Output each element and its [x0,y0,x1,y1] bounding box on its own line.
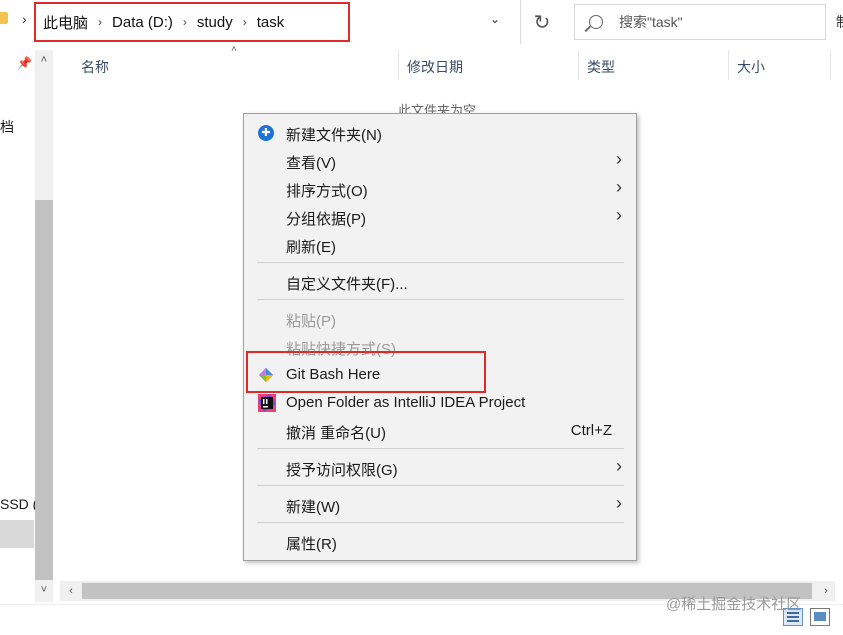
menu-item-label: 刷新(E) [286,239,336,256]
scroll-up-icon[interactable]: ˄ [35,50,53,70]
menu-item-customize-folder[interactable]: 自定义文件夹(F)... [244,268,636,296]
window-edge-text: 制 [836,12,843,32]
column-header-modified[interactable]: 修改日期 [407,57,463,77]
column-header-type[interactable]: 类型 [587,57,615,77]
refresh-button[interactable]: ↻ [520,0,563,44]
menu-item-open-intellij[interactable]: Open Folder as IntelliJ IDEA Project [244,389,636,417]
menu-item-paste[interactable]: 粘贴(P) [244,305,636,333]
scroll-left-icon[interactable]: ‹ [62,581,80,601]
new-folder-icon: ✚ [258,125,274,141]
menu-item-label: 属性(R) [286,536,337,553]
folder-icon [0,12,8,24]
menu-item-new[interactable]: 新建(W) › [244,491,636,519]
address-bar: › 此电脑 › Data (D:) › study › task ⌄ [0,0,517,44]
column-headers: 名称 修改日期 类型 大小 [60,50,835,80]
chevron-right-icon[interactable]: › [243,15,247,29]
breadcrumb-separator: › [22,11,27,27]
column-divider[interactable] [578,50,579,80]
column-divider[interactable] [728,50,729,80]
menu-item-label: 查看(V) [286,155,336,172]
menu-item-shortcut: Ctrl+Z [570,422,612,439]
pin-icon: 📌 [17,56,32,70]
column-header-size[interactable]: 大小 [737,57,765,77]
intellij-idea-icon [258,394,276,412]
menu-item-label: 自定义文件夹(F)... [286,276,408,293]
menu-item-label: 排序方式(O) [286,183,368,200]
breadcrumb-item-study[interactable]: study [197,14,233,31]
search-icon [589,15,603,29]
breadcrumb-item-this-pc[interactable]: 此电脑 [43,12,88,33]
chevron-right-icon: › [616,149,622,169]
column-divider[interactable] [830,50,831,80]
menu-item-group-by[interactable]: 分组依据(P) › [244,203,636,231]
nav-scrollbar-thumb[interactable] [35,200,53,580]
git-bash-highlight-box [246,351,486,393]
large-icons-view-icon[interactable] [810,608,830,626]
menu-item-view[interactable]: 查看(V) › [244,147,636,175]
nav-item-ssd[interactable]: SSD ( [0,496,37,512]
menu-item-sort-by[interactable]: 排序方式(O) › [244,175,636,203]
breadcrumb-item-data-drive[interactable]: Data (D:) [112,14,173,31]
chevron-right-icon: › [616,205,622,225]
chevron-down-icon[interactable]: ⌄ [490,12,500,26]
nav-item-documents[interactable]: 档 [0,117,14,137]
menu-item-label: Open Folder as IntelliJ IDEA Project [286,394,526,411]
menu-item-label: 分组依据(P) [286,211,366,228]
chevron-right-icon[interactable]: › [183,15,187,29]
menu-separator [257,485,624,486]
search-placeholder: 搜索"task" [619,14,683,30]
menu-item-label: 新建文件夹(N) [286,127,382,144]
breadcrumb-item-task[interactable]: task [257,14,285,31]
breadcrumb[interactable]: 此电脑 › Data (D:) › study › task [34,2,350,42]
chevron-right-icon: › [616,493,622,513]
chevron-right-icon: › [616,177,622,197]
menu-item-label: 粘贴(P) [286,313,336,330]
menu-item-undo-rename[interactable]: 撤消 重命名(U) Ctrl+Z [244,417,636,445]
watermark: @稀土掘金技术社区 [666,596,802,613]
menu-item-give-access[interactable]: 授予访问权限(G) › [244,454,636,482]
search-input[interactable]: 搜索"task" [574,4,826,40]
scroll-right-icon[interactable]: › [817,581,835,601]
menu-item-label: 授予访问权限(G) [286,462,398,479]
menu-separator [257,522,624,523]
scroll-down-icon[interactable]: ˅ [35,580,53,600]
chevron-right-icon: › [616,456,622,476]
column-divider[interactable] [398,50,399,80]
nav-item-selected[interactable] [0,520,34,548]
menu-item-properties[interactable]: 属性(R) [244,528,636,556]
menu-item-label: 新建(W) [286,499,341,516]
chevron-right-icon[interactable]: › [98,15,102,29]
context-menu: ✚ 新建文件夹(N) 查看(V) › 排序方式(O) › 分组依据(P) › 刷… [243,113,637,561]
column-header-name[interactable]: 名称 [81,57,109,77]
sort-ascending-icon: ˄ [231,44,237,55]
menu-separator [257,448,624,449]
menu-item-refresh[interactable]: 刷新(E) [244,231,636,259]
menu-item-label: 撤消 重命名(U) [286,425,386,442]
menu-item-new-folder[interactable]: ✚ 新建文件夹(N) [244,119,636,147]
menu-separator [257,299,624,300]
menu-separator [257,262,624,263]
